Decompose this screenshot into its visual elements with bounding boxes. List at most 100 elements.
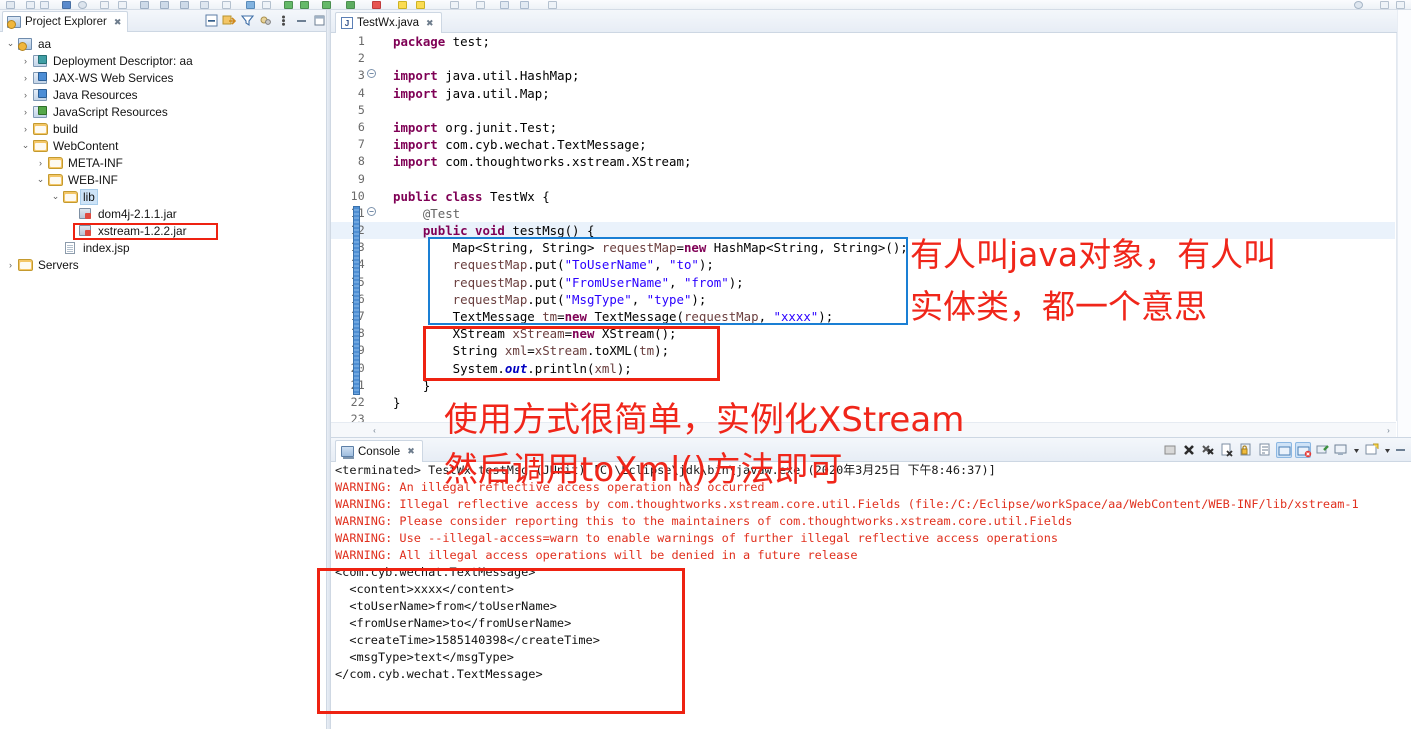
customize-view-icon[interactable] — [258, 13, 273, 28]
tree-item-lib[interactable]: ⌄ lib — [0, 188, 325, 205]
minimize-icon[interactable] — [294, 13, 309, 28]
global-toolbar[interactable] — [0, 0, 1411, 10]
tree-item-dom4j-2-1-1-jar[interactable]: dom4j-2.1.1.jar — [0, 205, 325, 222]
code-text[interactable]: 1 package test; 2 3− import java.util.HashMa… — [331, 33, 1395, 437]
browser-icon[interactable] — [246, 1, 255, 9]
java-perspective-icon[interactable] — [416, 1, 425, 9]
next-annotation-icon[interactable] — [180, 1, 189, 9]
new-console-view-icon[interactable] — [1364, 442, 1380, 458]
code-token: new — [564, 309, 587, 324]
tab-testwx-java[interactable]: J TestWx.java ✖ — [335, 12, 442, 33]
prev-annotation-icon[interactable] — [200, 1, 209, 9]
link-with-editor-icon[interactable] — [222, 13, 237, 28]
new-icon[interactable] — [6, 1, 15, 9]
tree-item-aa[interactable]: ⌄ aa — [0, 35, 325, 52]
project-explorer-toolbar[interactable] — [204, 13, 327, 28]
expand-arrow-closed-icon[interactable]: › — [34, 158, 47, 168]
collapse-all-icon[interactable] — [204, 13, 219, 28]
expand-arrow-closed-icon[interactable]: › — [19, 56, 32, 66]
scroll-left-icon[interactable]: ‹ — [369, 425, 380, 436]
project-tree[interactable]: ⌄ aa › Deployment Descriptor: aa › JAX-WS Web… — [0, 32, 325, 729]
coverage-icon[interactable] — [322, 1, 331, 9]
expand-arrow-open-icon[interactable]: ⌄ — [19, 140, 32, 151]
print-icon[interactable] — [100, 1, 109, 9]
run-icon[interactable] — [62, 1, 71, 9]
show-console-on-error-icon[interactable] — [1295, 442, 1312, 458]
view-menu-icon[interactable] — [276, 13, 291, 28]
tree-item-web-inf[interactable]: ⌄ WEB-INF — [0, 171, 325, 188]
show-console-on-output-icon[interactable] — [1276, 442, 1292, 458]
expand-arrow-closed-icon[interactable]: › — [19, 90, 32, 100]
expand-arrow-closed-icon[interactable]: › — [19, 73, 32, 83]
scroll-right-icon[interactable]: › — [1383, 425, 1394, 436]
tree-item-jax-ws-web-services[interactable]: › JAX-WS Web Services — [0, 69, 325, 86]
expand-arrow-closed-icon[interactable]: › — [19, 124, 32, 134]
expand-arrow-closed-icon[interactable]: › — [4, 260, 17, 270]
expand-arrow-open-icon[interactable]: ⌄ — [4, 38, 17, 49]
debug-icon[interactable] — [118, 1, 127, 9]
code-token: .put( — [527, 291, 565, 307]
run-as-icon[interactable] — [284, 1, 293, 9]
open-perspective-icon[interactable] — [398, 1, 407, 9]
quick-access-icon[interactable] — [1354, 1, 1363, 9]
expand-arrow-open-icon[interactable]: ⌄ — [49, 191, 62, 202]
step-over-icon[interactable] — [520, 1, 529, 9]
forward-icon[interactable] — [262, 1, 271, 9]
tree-item-xstream-1-2-2-jar[interactable]: xstream-1.2.2.jar — [0, 222, 325, 239]
display-selected-console-icon[interactable] — [1333, 442, 1349, 458]
server-stop-icon[interactable] — [372, 1, 381, 9]
close-icon[interactable]: ✖ — [426, 18, 434, 29]
code-token: import — [393, 154, 438, 170]
tree-item-javascript-resources[interactable]: › JavaScript Resources — [0, 103, 325, 120]
maximize-icon[interactable] — [312, 13, 327, 28]
search-icon[interactable] — [78, 1, 87, 9]
new-java-class-icon[interactable] — [450, 1, 459, 9]
tree-item-build[interactable]: › build — [0, 120, 325, 137]
console-output[interactable]: <terminated> TestWx.testMsg (JUnit) [C:\… — [331, 462, 1411, 729]
close-icon[interactable]: ✖ — [407, 446, 415, 457]
expand-arrow-closed-icon[interactable]: › — [19, 107, 32, 117]
pin-console-icon[interactable] — [1314, 442, 1330, 458]
new-console-menu-icon[interactable] — [1383, 442, 1392, 458]
server-start-icon[interactable] — [346, 1, 355, 9]
word-wrap-icon[interactable] — [1257, 442, 1273, 458]
toggle-breakpoint-icon[interactable] — [500, 1, 509, 9]
console-view: Console ✖ <terminated> TestWx.testMsg (J… — [331, 437, 1411, 729]
back-icon[interactable] — [222, 1, 231, 9]
save-all-icon[interactable] — [40, 1, 49, 9]
fold-toggle-icon[interactable]: − — [367, 206, 376, 216]
tree-item-deployment-descriptor-aa[interactable]: › Deployment Descriptor: aa — [0, 52, 325, 69]
pin-editor-icon[interactable] — [548, 1, 557, 9]
save-icon[interactable] — [26, 1, 35, 9]
lock-scroll-icon[interactable] — [1238, 442, 1254, 458]
remove-launch-icon[interactable] — [1219, 442, 1235, 458]
open-type-icon[interactable] — [160, 1, 169, 9]
perspective-java-ee-icon[interactable] — [1396, 1, 1405, 9]
perspective-switch-icon[interactable] — [1380, 1, 1389, 9]
console-toolbar[interactable] — [1162, 442, 1407, 458]
display-selected-console-menu-icon[interactable] — [1352, 442, 1361, 458]
tree-item-java-resources[interactable]: › Java Resources — [0, 86, 325, 103]
close-icon[interactable]: ✖ — [114, 17, 122, 28]
filter-icon[interactable] — [240, 13, 255, 28]
clear-console-icon[interactable] — [1162, 442, 1178, 458]
external-tools-icon[interactable] — [140, 1, 149, 9]
fold-toggle-icon[interactable]: − — [367, 69, 376, 79]
tree-item-webcontent[interactable]: ⌄ WebContent — [0, 137, 325, 154]
new-package-icon[interactable] — [476, 1, 485, 9]
java-editor: J TestWx.java ✖ 1 package test; 2 3− import … — [331, 10, 1411, 437]
tree-item-index-jsp[interactable]: index.jsp — [0, 239, 325, 256]
editor-overview-ruler[interactable] — [1397, 10, 1411, 437]
expand-arrow-open-icon[interactable]: ⌄ — [34, 174, 47, 185]
terminate-icon[interactable] — [1181, 442, 1197, 458]
editor-horizontal-scrollbar[interactable]: ‹ › — [331, 422, 1396, 437]
minimize-icon[interactable] — [1395, 442, 1407, 458]
run-last-icon[interactable] — [300, 1, 309, 9]
code-token: requestMap — [601, 240, 677, 256]
tree-item-servers[interactable]: › Servers — [0, 256, 325, 273]
tab-console[interactable]: Console ✖ — [335, 440, 423, 462]
tree-item-meta-inf[interactable]: › META-INF — [0, 154, 325, 171]
tab-project-explorer[interactable]: Project Explorer ✖ — [2, 11, 129, 32]
remove-all-terminated-icon[interactable] — [1200, 442, 1216, 458]
jar-icon — [77, 223, 94, 238]
